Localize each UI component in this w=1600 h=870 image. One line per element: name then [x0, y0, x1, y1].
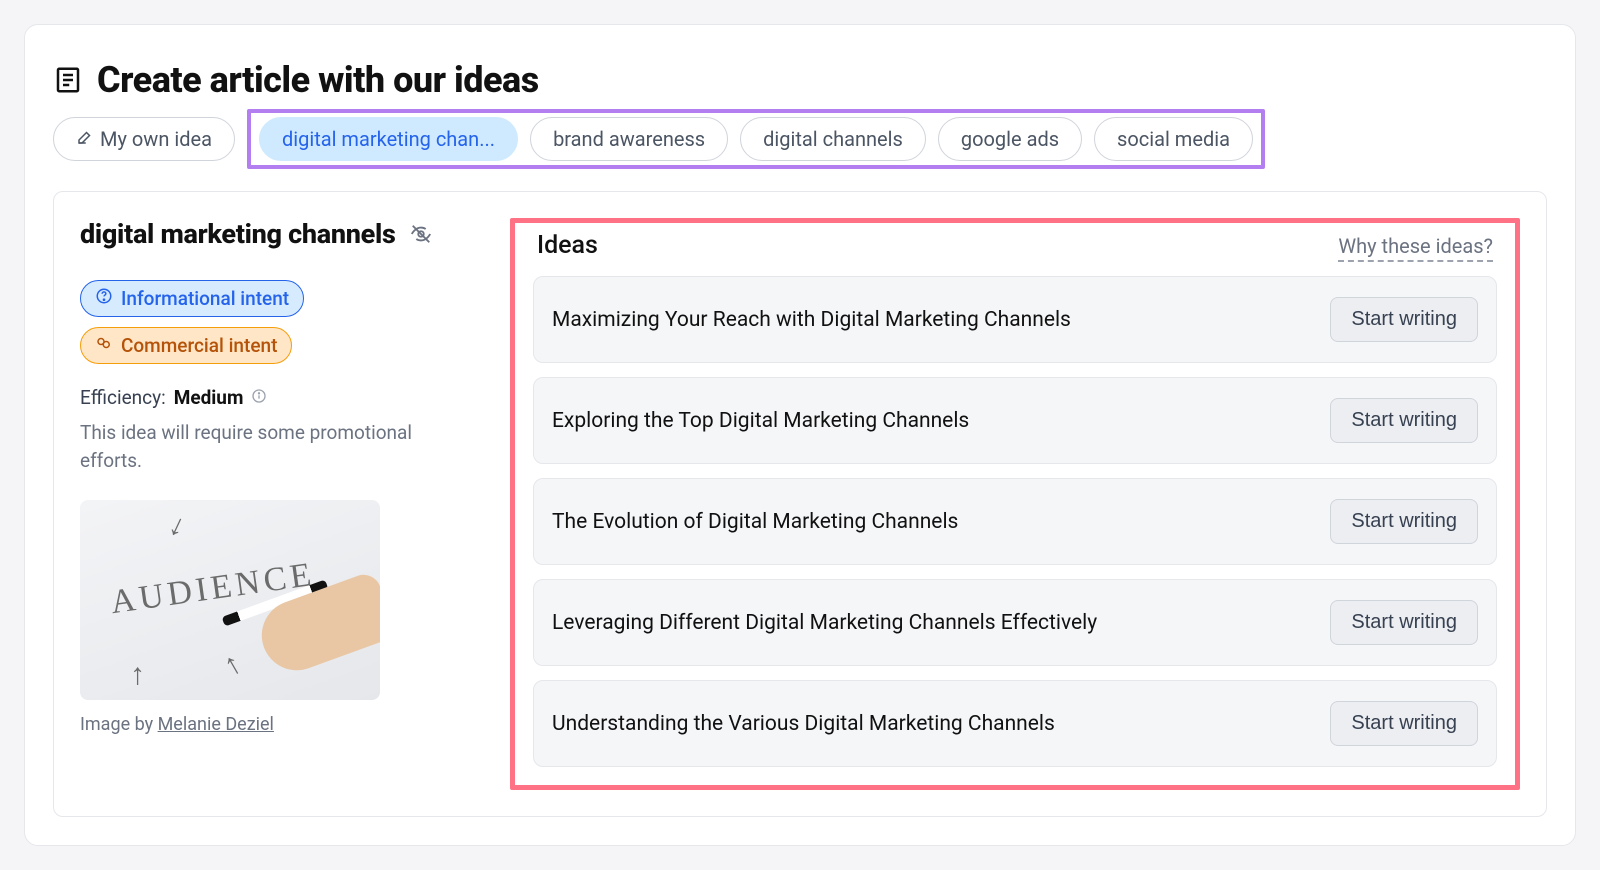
idea-title: Understanding the Various Digital Market… [552, 712, 1055, 736]
idea-list: Maximizing Your Reach with Digital Marke… [533, 276, 1497, 767]
suggested-chip[interactable]: social media [1094, 117, 1253, 161]
hide-icon[interactable] [410, 223, 432, 245]
topic-image-wrap: ↓ AUDIENCE ↑ ↑ Image by Melanie Deziel [80, 500, 380, 735]
idea-item: The Evolution of Digital Marketing Chann… [533, 478, 1497, 565]
commercial-intent-badge[interactable]: Commercial intent [80, 327, 292, 364]
idea-title: Exploring the Top Digital Marketing Chan… [552, 409, 969, 433]
chip-label: My own idea [100, 127, 212, 151]
ideas-heading: Ideas [537, 231, 598, 260]
start-writing-button[interactable]: Start writing [1330, 297, 1478, 342]
idea-item: Understanding the Various Digital Market… [533, 680, 1497, 767]
idea-item: Exploring the Top Digital Marketing Chan… [533, 377, 1497, 464]
suggested-chip[interactable]: google ads [938, 117, 1082, 161]
sketch-arrow-icon: ↑ [217, 646, 247, 684]
pencil-icon [76, 127, 94, 151]
start-writing-button[interactable]: Start writing [1330, 398, 1478, 443]
chip-label: digital marketing chan... [282, 127, 495, 151]
chip-label: brand awareness [553, 127, 705, 151]
efficiency-label: Efficiency: [80, 386, 166, 409]
sketch-arrow-icon: ↓ [163, 507, 191, 545]
sketch-arrow-icon: ↑ [130, 657, 145, 692]
ideas-header: Ideas Why these ideas? [533, 231, 1497, 276]
topic-title-row: digital marketing channels [80, 218, 500, 250]
suggested-chip[interactable]: digital marketing chan... [259, 117, 518, 161]
efficiency-row: Efficiency: Medium [80, 386, 500, 409]
start-writing-button[interactable]: Start writing [1330, 600, 1478, 645]
question-icon [95, 287, 113, 310]
topic-title: digital marketing channels [80, 218, 396, 250]
chip-label: social media [1117, 127, 1230, 151]
idea-title: Leveraging Different Digital Marketing C… [552, 611, 1097, 635]
idea-title: The Evolution of Digital Marketing Chann… [552, 510, 958, 534]
content-panel: digital marketing channels [53, 191, 1547, 817]
info-icon[interactable] [251, 386, 267, 409]
why-these-ideas-link[interactable]: Why these ideas? [1338, 234, 1493, 262]
topic-details: digital marketing channels [80, 218, 500, 790]
suggested-chip[interactable]: brand awareness [530, 117, 728, 161]
chip-label: google ads [961, 127, 1059, 151]
main-card: Create article with our ideas My own ide… [24, 24, 1576, 846]
page-title: Create article with our ideas [97, 59, 539, 101]
idea-title: Maximizing Your Reach with Digital Marke… [552, 308, 1071, 332]
badge-label: Informational intent [121, 287, 289, 310]
start-writing-button[interactable]: Start writing [1330, 701, 1478, 746]
commercial-icon [95, 334, 113, 357]
chip-row: My own idea digital marketing chan... br… [53, 109, 1547, 169]
my-own-idea-chip[interactable]: My own idea [53, 117, 235, 161]
badge-label: Commercial intent [121, 334, 277, 357]
page-header: Create article with our ideas [53, 59, 1547, 101]
image-credit-author[interactable]: Melanie Deziel [158, 714, 274, 735]
intent-badges: Informational intent Commercial intent [80, 280, 500, 364]
image-credit-prefix: Image by [80, 714, 158, 735]
start-writing-button[interactable]: Start writing [1330, 499, 1478, 544]
idea-item: Leveraging Different Digital Marketing C… [533, 579, 1497, 666]
informational-intent-badge[interactable]: Informational intent [80, 280, 304, 317]
efficiency-description: This idea will require some promotional … [80, 419, 460, 474]
efficiency-value: Medium [174, 386, 244, 409]
suggested-chips-highlight: digital marketing chan... brand awarenes… [247, 109, 1265, 169]
ideas-highlight: Ideas Why these ideas? Maximizing Your R… [510, 218, 1520, 790]
topic-image: ↓ AUDIENCE ↑ ↑ [80, 500, 380, 700]
suggested-chip[interactable]: digital channels [740, 117, 926, 161]
chip-label: digital channels [763, 127, 903, 151]
article-icon [53, 65, 83, 95]
image-credit: Image by Melanie Deziel [80, 714, 380, 735]
idea-item: Maximizing Your Reach with Digital Marke… [533, 276, 1497, 363]
